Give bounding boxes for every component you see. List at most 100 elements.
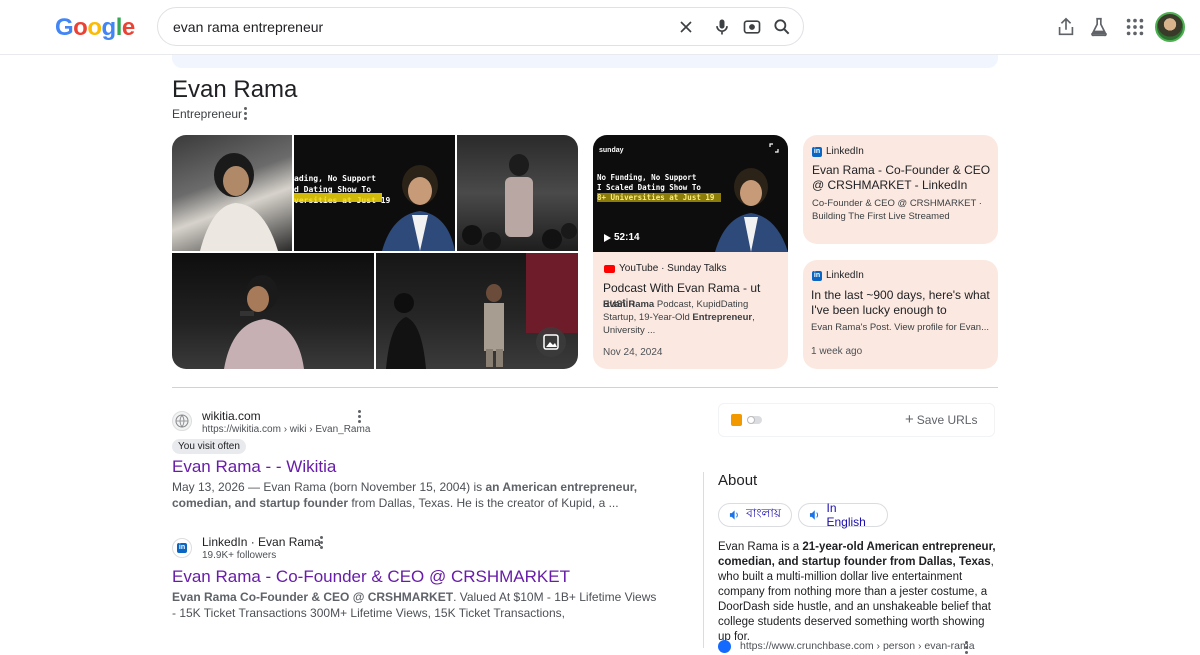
listen-bengali-button[interactable]: বাংলায়	[718, 503, 792, 527]
person-microphone-icon	[224, 275, 304, 369]
card-source: in LinkedIn	[812, 270, 864, 281]
snippet-text: from Dallas, Texas. He is the creator of…	[348, 496, 619, 510]
visit-often-chip: You visit often	[172, 439, 246, 454]
result-site-name[interactable]: LinkedIn · Evan Rama	[202, 535, 321, 549]
result-more-icon[interactable]	[320, 536, 324, 550]
google-logo[interactable]: Google	[55, 14, 135, 42]
logo-letter: o	[73, 14, 88, 41]
lang-label: বাংলায়	[746, 506, 781, 520]
about-more-icon[interactable]	[965, 641, 969, 655]
desc-bold: Evan Rama	[603, 299, 655, 310]
about-text: , who built a multi-million dollar live …	[718, 556, 994, 643]
logo-letter: G	[55, 14, 74, 41]
card-description: Evan Rama Podcast, KupidDating Startup, …	[603, 298, 783, 337]
image-mosaic: ading, No Support d Dating Show To versi…	[172, 135, 578, 369]
section-divider	[172, 387, 998, 388]
globe-icon	[175, 414, 189, 428]
image-thumbnail[interactable]	[172, 135, 292, 251]
card-source-text: LinkedIn	[826, 146, 864, 157]
card-title[interactable]: In the last ~900 days, here's what I've …	[811, 288, 991, 318]
entity-more-icon[interactable]	[244, 107, 248, 121]
snippet-text: May 13, 2026 — Evan Rama (born November …	[172, 480, 486, 494]
save-urls-label: Save URLs	[916, 413, 978, 427]
card-description: Evan Rama's Post. View profile for Evan.…	[811, 322, 989, 333]
card-source-text: YouTube · Sunday Talks	[619, 263, 727, 274]
linkedin-icon: in	[177, 543, 187, 553]
video-duration: 52:14	[603, 232, 640, 243]
logo-letter: g	[101, 14, 117, 41]
microphone-icon[interactable]	[712, 17, 732, 37]
stage-crowd-icon	[462, 154, 577, 250]
image-search-button[interactable]	[536, 327, 566, 357]
save-urls-button[interactable]: + Save URLs	[905, 411, 978, 428]
logo-letter: e	[121, 14, 135, 41]
card-date: Nov 24, 2024	[603, 347, 663, 358]
result-more-icon[interactable]	[358, 410, 362, 424]
linkedin-card[interactable]: in LinkedIn Evan Rama - Co-Founder & CEO …	[803, 135, 998, 244]
result-site-name[interactable]: wikitia.com	[202, 409, 261, 423]
result-snippet: May 13, 2026 — Evan Rama (born November …	[172, 479, 662, 511]
desc-bold: Entrepreneur	[692, 312, 753, 323]
search-header: Google	[0, 0, 1200, 55]
about-description: Evan Rama is a 21-year-old American entr…	[718, 540, 998, 645]
person-photo-icon	[715, 168, 788, 252]
expand-icon[interactable]	[769, 143, 779, 153]
crunchbase-favicon	[718, 640, 731, 653]
card-source: in LinkedIn	[812, 146, 864, 157]
image-thumbnail[interactable]: ading, No Support d Dating Show To versi…	[294, 135, 455, 251]
result-url[interactable]: https://wikitia.com › wiki › Evan_Rama	[202, 424, 370, 435]
linkedin-icon: in	[812, 270, 822, 281]
entity-subtitle: Entrepreneur	[172, 107, 243, 121]
caption-highlight	[597, 193, 721, 202]
extension-logo-icon[interactable]	[731, 414, 742, 426]
logo-letter: o	[87, 14, 102, 41]
result-title[interactable]: Evan Rama - Co-Founder & CEO @ CRSHMARKE…	[172, 567, 570, 587]
card-date: 1 week ago	[811, 346, 863, 357]
person-photo-icon	[382, 165, 455, 251]
duration-text: 52:14	[614, 232, 640, 243]
result-title[interactable]: Evan Rama - - Wikitia	[172, 457, 336, 477]
play-icon	[604, 233, 611, 242]
extension-toggle[interactable]	[747, 416, 762, 424]
card-description: Co-Founder & CEO @ CRSHMARKET · Building…	[812, 198, 982, 222]
lang-label: In English	[826, 501, 866, 529]
favicon-linkedin: in	[172, 538, 192, 558]
apps-grid-icon[interactable]	[1124, 16, 1146, 38]
extension-bar: + Save URLs	[718, 403, 995, 437]
entity-title: Evan Rama	[172, 76, 298, 103]
account-avatar[interactable]	[1155, 12, 1185, 42]
search-icon[interactable]	[772, 17, 792, 37]
plus-icon: +	[905, 411, 914, 428]
video-thumbnail[interactable]: sunday No Funding, No Support I Scaled D…	[593, 135, 788, 252]
speaker-icon	[729, 510, 738, 520]
clear-icon[interactable]	[676, 17, 696, 37]
card-title[interactable]: Evan Rama - Co-Founder & CEO @ CRSHMARKE…	[812, 163, 992, 193]
camera-lens-icon[interactable]	[742, 17, 762, 37]
image-icon	[543, 334, 559, 350]
caption-highlight	[294, 193, 382, 202]
image-thumbnail[interactable]	[376, 253, 578, 369]
video-card[interactable]: sunday No Funding, No Support I Scaled D…	[593, 135, 788, 369]
listen-english-button[interactable]: In English	[798, 501, 888, 529]
result-followers: 19.9K+ followers	[202, 550, 277, 561]
about-heading: About	[718, 472, 758, 489]
search-input[interactable]	[173, 17, 653, 37]
labs-flask-icon[interactable]	[1088, 16, 1110, 38]
top-banner	[172, 55, 998, 68]
image-thumbnail[interactable]	[172, 253, 374, 369]
youtube-icon	[604, 264, 615, 273]
linkedin-icon: in	[812, 146, 822, 157]
about-source-url[interactable]: https://www.crunchbase.com › person › ev…	[740, 640, 975, 652]
share-icon[interactable]	[1055, 16, 1077, 38]
person-silhouette-icon	[200, 153, 278, 251]
channel-logo: sunday	[599, 147, 624, 154]
image-thumbnail[interactable]	[457, 135, 578, 251]
result-snippet: Evan Rama Co-Founder & CEO @ CRSHMARKET.…	[172, 589, 662, 621]
about-text: Evan Rama is a	[718, 541, 803, 553]
favicon-wikitia	[172, 411, 192, 431]
linkedin-card[interactable]: in LinkedIn In the last ~900 days, here's…	[803, 260, 998, 369]
panel-separator	[703, 472, 704, 648]
card-source: YouTube · Sunday Talks	[604, 263, 726, 274]
snippet-bold: Evan Rama Co-Founder & CEO @ CRSHMARKET	[172, 590, 454, 604]
search-box[interactable]	[157, 7, 804, 46]
